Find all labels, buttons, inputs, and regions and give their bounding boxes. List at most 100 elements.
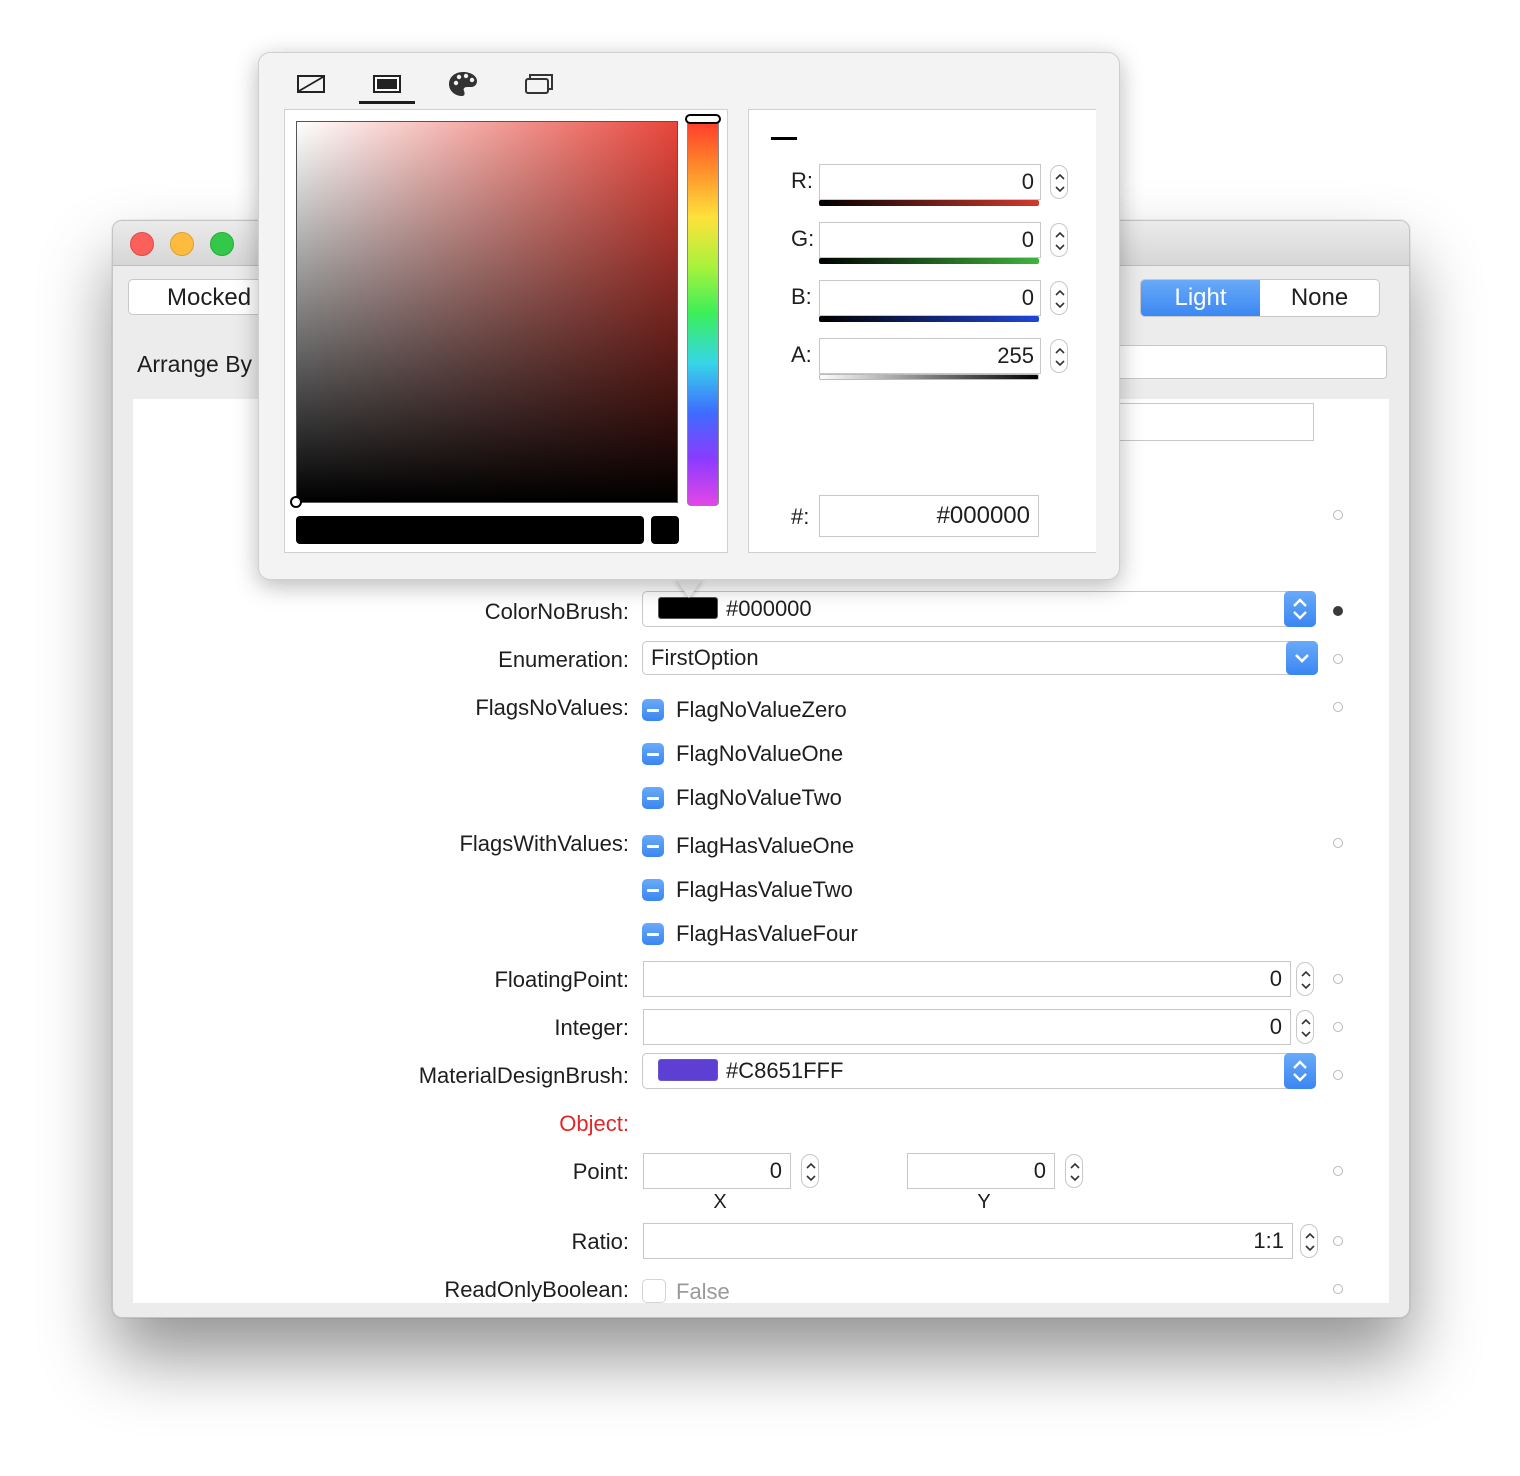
theme-none-segment[interactable]: None [1260, 280, 1379, 316]
arrange-by-label: Arrange By [137, 351, 253, 377]
property-indicator[interactable] [1333, 702, 1343, 712]
blue-slider[interactable] [819, 316, 1039, 322]
hex-label: #: [791, 504, 810, 529]
chevron-down-icon [1295, 654, 1309, 663]
integer-label: Integer: [554, 1015, 629, 1040]
theme-segmented-control[interactable]: Light None [1140, 279, 1380, 317]
mixed-checkbox-icon[interactable] [642, 699, 664, 721]
green-field[interactable]: 0 [819, 222, 1041, 258]
material-design-brush-popup[interactable]: #C8651FFF [642, 1053, 1316, 1089]
popup-stepper[interactable] [1284, 591, 1316, 627]
green-label: G: [791, 226, 815, 251]
saturation-value-square[interactable] [296, 121, 678, 503]
alpha-stepper[interactable] [1050, 339, 1068, 373]
property-indicator[interactable] [1333, 1236, 1343, 1246]
resources-icon [525, 74, 553, 94]
property-indicator[interactable] [1333, 1070, 1343, 1080]
point-x-stepper[interactable] [801, 1154, 819, 1188]
popup-chevron[interactable] [1286, 641, 1318, 675]
material-design-brush-label: MaterialDesignBrush: [418, 1063, 629, 1088]
red-slider[interactable] [819, 200, 1039, 206]
close-window-button[interactable] [130, 232, 154, 256]
read-only-checkbox [642, 1279, 666, 1303]
point-x-field[interactable]: 0 [643, 1153, 791, 1189]
mixed-checkbox-icon[interactable] [642, 743, 664, 765]
hue-slider-handle[interactable] [685, 114, 721, 124]
arrange-by-popup[interactable] [1113, 345, 1387, 379]
theme-light-segment[interactable]: Light [1141, 280, 1260, 316]
hue-slider[interactable] [687, 120, 719, 506]
red-field[interactable]: 0 [819, 164, 1041, 200]
up-down-arrows-icon [1293, 598, 1307, 620]
alpha-label: A: [791, 342, 812, 367]
flag-label: FlagNoValueTwo [676, 785, 842, 810]
green-stepper[interactable] [1050, 223, 1068, 257]
blue-stepper[interactable] [1050, 281, 1068, 315]
mixed-checkbox-icon[interactable] [642, 787, 664, 809]
up-down-arrows-icon [806, 1162, 816, 1182]
ratio-label: Ratio: [571, 1229, 629, 1254]
point-y-field[interactable]: 0 [907, 1153, 1055, 1189]
flag-label: FlagNoValueOne [676, 741, 844, 766]
property-indicator[interactable] [1333, 838, 1343, 848]
blue-field[interactable]: 0 [819, 280, 1041, 316]
property-indicator-set[interactable] [1333, 606, 1343, 616]
property-indicator[interactable] [1333, 1022, 1343, 1032]
enumeration-popup[interactable]: FirstOption [642, 641, 1318, 675]
flag-label: FlagHasValueTwo [676, 877, 853, 902]
up-down-arrows-icon [1055, 173, 1065, 193]
popover-arrow [675, 578, 703, 598]
no-color-tab[interactable] [291, 69, 331, 99]
integer-stepper[interactable] [1296, 1010, 1314, 1044]
floating-point-field[interactable]: 0 [643, 961, 1291, 997]
saturation-value-cursor[interactable] [290, 496, 302, 508]
rgba-editor: R: 0 G: 0 B: 0 A: 255 #: #000000 [748, 109, 1096, 553]
floating-point-stepper[interactable] [1296, 962, 1314, 996]
color-no-brush-label: ColorNoBrush: [484, 599, 629, 624]
blue-label: B: [791, 284, 812, 309]
resources-tab[interactable] [519, 69, 559, 99]
solid-color-tab[interactable] [367, 69, 407, 99]
point-y-caption: Y [977, 1191, 991, 1213]
mixed-checkbox-icon[interactable] [642, 835, 664, 857]
color-no-brush-popup[interactable]: #000000 [642, 591, 1316, 627]
filter-field[interactable] [1118, 403, 1314, 441]
point-x-caption: X [713, 1191, 727, 1213]
popup-stepper[interactable] [1284, 1053, 1316, 1089]
up-down-arrows-icon [1055, 347, 1065, 367]
read-only-boolean-label: ReadOnlyBoolean: [444, 1277, 629, 1302]
minimize-window-button[interactable] [170, 232, 194, 256]
property-indicator[interactable] [1333, 974, 1343, 984]
alpha-slider[interactable] [819, 374, 1039, 380]
property-indicator[interactable] [1333, 1284, 1343, 1294]
color-picker-popover: R: 0 G: 0 B: 0 A: 255 #: #000000 [258, 52, 1120, 580]
ratio-field[interactable]: 1:1 [643, 1223, 1293, 1259]
up-down-arrows-icon [1070, 1162, 1080, 1182]
current-color-preview [296, 516, 644, 544]
red-stepper[interactable] [1050, 165, 1068, 199]
palette-icon [449, 72, 477, 96]
property-indicator[interactable] [1333, 654, 1343, 664]
integer-field[interactable]: 0 [643, 1009, 1291, 1045]
color-swatch [658, 597, 718, 619]
alpha-field[interactable]: 255 [819, 338, 1041, 374]
red-label: R: [791, 168, 813, 193]
brush-swatch [658, 1059, 718, 1081]
active-tab-indicator [359, 101, 415, 104]
up-down-arrows-icon [1305, 1232, 1315, 1252]
hex-field[interactable]: #000000 [819, 495, 1039, 537]
flags-no-values-label: FlagsNoValues: [475, 695, 629, 720]
up-down-arrows-icon [1301, 1018, 1311, 1038]
zoom-window-button[interactable] [210, 232, 234, 256]
previous-color-preview [651, 516, 679, 544]
property-indicator[interactable] [1333, 510, 1343, 520]
enumeration-label: Enumeration: [498, 647, 629, 672]
mixed-checkbox-icon[interactable] [642, 879, 664, 901]
no-color-icon [297, 75, 325, 93]
green-slider[interactable] [819, 258, 1039, 264]
ratio-stepper[interactable] [1300, 1224, 1318, 1258]
property-indicator[interactable] [1333, 1166, 1343, 1176]
mixed-checkbox-icon[interactable] [642, 923, 664, 945]
palette-tab[interactable] [443, 69, 483, 99]
point-y-stepper[interactable] [1065, 1154, 1083, 1188]
